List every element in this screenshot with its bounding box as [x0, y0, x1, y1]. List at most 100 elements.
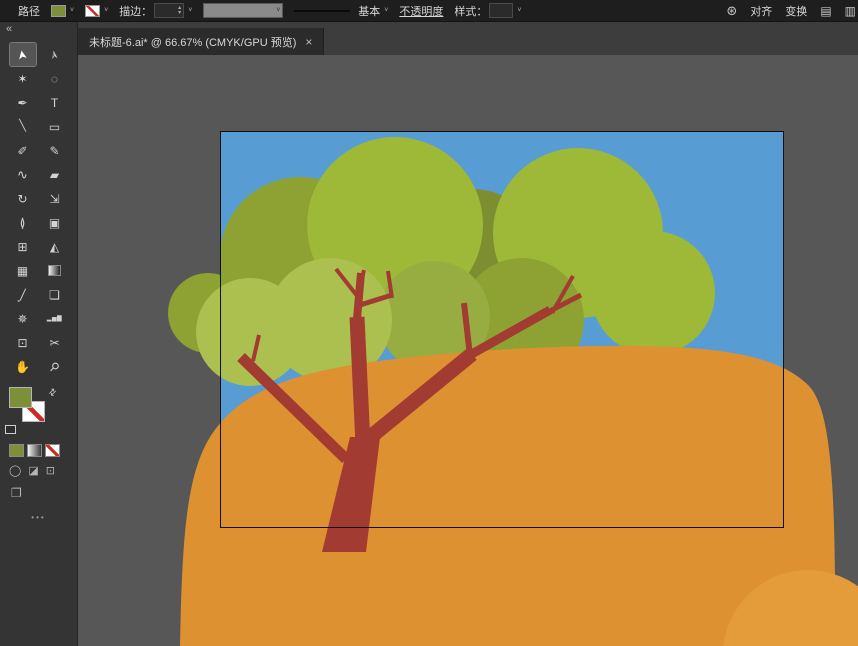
selection-tool-button[interactable]: ➤ — [10, 43, 36, 66]
slice-tool-button[interactable]: ✂ — [42, 331, 68, 354]
recolor-artwork-icon[interactable]: ⊛ — [726, 3, 737, 19]
perspective-grid-tool-icon: ◭ — [50, 241, 59, 253]
draw-behind-icon[interactable]: ◪ — [28, 466, 38, 477]
none-button[interactable] — [45, 444, 60, 457]
gradient-button[interactable] — [27, 444, 42, 457]
scale-tool-icon: ⇲ — [49, 193, 59, 205]
pencil-tool-button[interactable]: ✎ — [42, 139, 68, 162]
chevron-down-icon: ˅ — [70, 7, 74, 14]
rotate-tool-button[interactable]: ↻ — [10, 187, 36, 210]
zoom-tool-button[interactable]: ⚲ — [42, 355, 68, 378]
column-graph-tool-button[interactable]: ▂▅▇ — [42, 307, 68, 330]
brush-stroke-preview — [294, 10, 350, 12]
hand-tool-button[interactable]: ✋ — [10, 355, 36, 378]
selection-tool-icon: ➤ — [16, 49, 30, 61]
document-tab-title: 未标题-6.ai* @ 66.67% (CMYK/GPU 预览) — [89, 34, 296, 50]
document-tab-bar: 未标题-6.ai* @ 66.67% (CMYK/GPU 预览) × — [78, 22, 858, 55]
paintbrush-tool-button[interactable]: ✐ — [10, 139, 36, 162]
style-label: 样式： — [454, 3, 487, 19]
type-tool-icon: T — [51, 97, 58, 109]
lasso-tool-icon: ◌ — [51, 73, 58, 85]
magic-wand-tool-button[interactable]: ✶ — [10, 67, 36, 90]
control-bar: 路径 ˅ ˅ 描边： ▴▾ ˅ ˅ 基本 ˅ 不透明度 — [0, 0, 858, 22]
blend-tool-icon: ❏ — [49, 289, 60, 301]
gradient-tool-button[interactable] — [42, 259, 68, 282]
tool-grid: ➤ ➢ ✶ ◌ ✒ T ╲ ▭ ✐ ✎ ∿ ▰ ↻ ⇲ ≬ ▣ ⊞ ◭ ▦ ⌡ ❏ ✵ ▂▅▇ ⊡ ✂ ✋ ⚲ — [0, 43, 77, 378]
shaper-tool-button[interactable]: ∿ — [10, 163, 36, 186]
free-transform-tool-button[interactable]: ▣ — [42, 211, 68, 234]
rotate-tool-icon: ↻ — [17, 193, 27, 205]
distribute-objects-icon[interactable]: ▥ — [845, 4, 856, 18]
pen-tool-button[interactable]: ✒ — [10, 91, 36, 114]
foliage-blob[interactable] — [591, 231, 715, 355]
width-tool-button[interactable]: ≬ — [10, 211, 36, 234]
graphic-style-dropdown[interactable] — [489, 3, 513, 18]
swap-fill-stroke-icon[interactable]: ⇄ — [46, 386, 59, 399]
toolbar-overflow-dots[interactable]: ••• — [0, 513, 77, 522]
type-tool-button[interactable]: T — [42, 91, 68, 114]
stroke-none-swatch[interactable] — [85, 5, 100, 17]
color-button[interactable] — [9, 444, 24, 457]
lasso-tool-button[interactable]: ◌ — [42, 67, 68, 90]
shape-builder-tool-icon: ⊞ — [17, 241, 27, 253]
magic-wand-tool-icon: ✶ — [17, 73, 27, 85]
eraser-tool-icon: ▰ — [50, 169, 59, 181]
variable-width-profile-dropdown[interactable]: ˅ — [203, 3, 283, 18]
direct-selection-tool-icon: ➢ — [48, 49, 62, 61]
stroke-weight-dropdown-icon[interactable]: ˅ — [188, 7, 192, 14]
chevron-down-icon: ˅ — [384, 7, 388, 14]
eyedropper-tool-icon: ⌡ — [16, 287, 29, 302]
chevron-down-icon: ˅ — [517, 7, 521, 14]
opacity-link[interactable]: 不透明度 — [399, 3, 443, 19]
brush-definition-dropdown[interactable]: 基本 ˅ — [294, 3, 388, 19]
blend-tool-button[interactable]: ❏ — [42, 283, 68, 306]
chevron-down-icon: ˅ — [276, 7, 280, 14]
default-fill-stroke-icon[interactable] — [5, 425, 16, 434]
eyedropper-tool-button[interactable]: ⌡ — [10, 283, 36, 306]
align-label[interactable]: 对齐 — [750, 3, 772, 19]
stroke-weight-label: 描边： — [119, 3, 152, 19]
stroke-color-dropdown[interactable]: ˅ — [85, 5, 108, 17]
close-tab-icon[interactable]: × — [305, 35, 312, 49]
stroke-weight-input[interactable]: ▴▾ — [154, 3, 184, 18]
artboard-tool-icon: ⊡ — [17, 337, 27, 349]
collapse-panel-icon[interactable]: « — [6, 23, 11, 35]
shape-builder-tool-button[interactable]: ⊞ — [10, 235, 36, 258]
rectangle-tool-button[interactable]: ▭ — [42, 115, 68, 138]
width-tool-icon: ≬ — [20, 217, 26, 229]
line-segment-tool-button[interactable]: ╲ — [10, 115, 36, 138]
zoom-tool-icon: ⚲ — [47, 359, 62, 374]
free-transform-tool-icon: ▣ — [49, 217, 60, 229]
shaper-tool-icon: ∿ — [17, 168, 28, 181]
slice-tool-icon: ✂ — [49, 337, 59, 349]
draw-normal-icon[interactable]: ◯ — [9, 466, 21, 477]
artboard-tool-button[interactable]: ⊡ — [10, 331, 36, 354]
pen-tool-icon: ✒ — [17, 97, 27, 109]
canvas-area[interactable] — [78, 55, 858, 646]
stepper-arrows-icon[interactable]: ▴▾ — [178, 6, 183, 16]
eraser-tool-button[interactable]: ▰ — [42, 163, 68, 186]
fill-color-dropdown[interactable]: ˅ — [51, 5, 74, 17]
perspective-grid-tool-button[interactable]: ◭ — [42, 235, 68, 258]
selection-type-label: 路径 — [18, 3, 40, 19]
illustrator-window: 路径 ˅ ˅ 描边： ▴▾ ˅ ˅ 基本 ˅ 不透明度 — [0, 0, 858, 646]
fill-swatch[interactable] — [9, 387, 32, 408]
artwork-svg — [78, 55, 858, 646]
symbol-sprayer-tool-icon: ✵ — [17, 313, 27, 325]
align-objects-icon[interactable]: ▤ — [820, 4, 831, 18]
draw-inside-icon[interactable]: ⊡ — [46, 466, 55, 477]
fill-color-swatch[interactable] — [51, 5, 66, 17]
scale-tool-button[interactable]: ⇲ — [42, 187, 68, 210]
symbol-sprayer-tool-button[interactable]: ✵ — [10, 307, 36, 330]
document-tab[interactable]: 未标题-6.ai* @ 66.67% (CMYK/GPU 预览) × — [78, 28, 324, 55]
line-segment-tool-icon: ╲ — [19, 121, 26, 132]
chevron-down-icon: ˅ — [104, 7, 108, 14]
column-graph-tool-icon: ▂▅▇ — [47, 316, 62, 322]
brush-style-value: 基本 — [358, 3, 380, 19]
drawing-modes-row: ◯ ◪ ⊡ — [0, 466, 77, 477]
transform-label[interactable]: 变换 — [785, 3, 807, 19]
mesh-tool-button[interactable]: ▦ — [10, 259, 36, 282]
fill-stroke-indicator: ⇄ — [0, 387, 77, 439]
direct-selection-tool-button[interactable]: ➢ — [42, 43, 68, 66]
screen-mode-icon[interactable]: ❐ — [11, 486, 22, 500]
